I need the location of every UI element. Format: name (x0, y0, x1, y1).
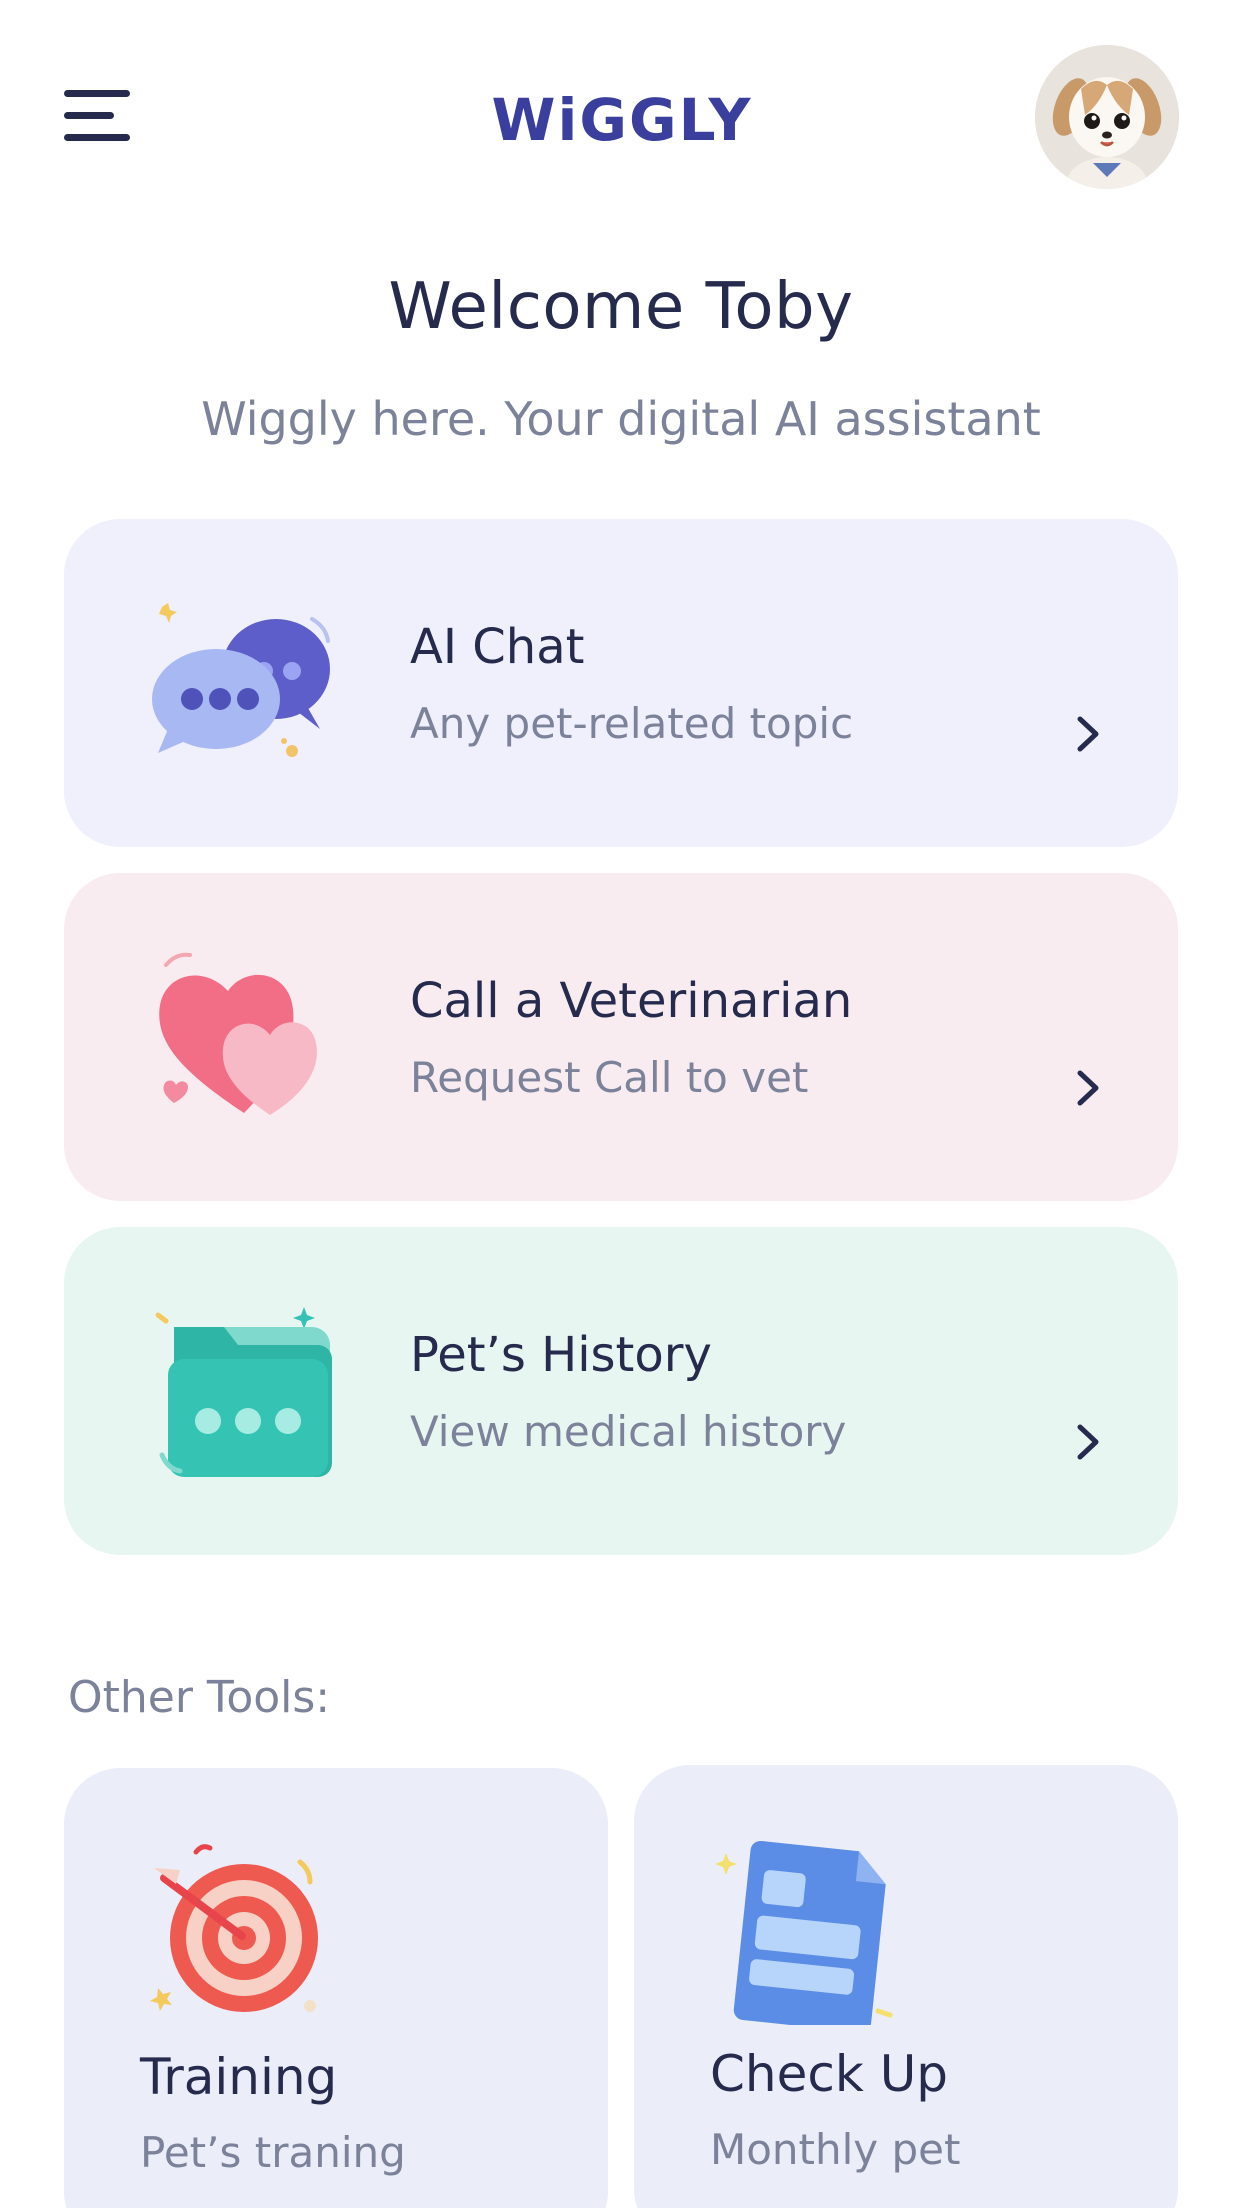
document-icon (715, 1840, 893, 2025)
call-vet-card[interactable]: Call a Veterinarian Request Call to vet (64, 873, 1178, 1201)
pet-history-card[interactable]: Pet’s History View medical history (64, 1227, 1178, 1555)
training-tool-card[interactable]: Training Pet’s traning (64, 1768, 608, 2208)
card-title: AI Chat (410, 619, 585, 675)
card-subtitle: Request Call to vet (410, 1053, 809, 1102)
tool-subtitle: Pet’s traning (140, 2128, 406, 2177)
hearts-icon (159, 952, 317, 1115)
tool-title: Check Up (710, 2045, 949, 2103)
tool-subtitle: Monthly pet (710, 2125, 961, 2174)
chevron-right-icon (1077, 1424, 1099, 1460)
target-icon (150, 1844, 318, 2012)
other-tools-label: Other Tools: (68, 1672, 331, 1723)
welcome-subtitle: Wiggly here. Your digital AI assistant (201, 392, 1041, 446)
card-subtitle: View medical history (410, 1407, 847, 1456)
card-subtitle: Any pet-related topic (410, 699, 854, 748)
card-title: Pet’s History (410, 1327, 712, 1383)
puppy-avatar[interactable] (1035, 45, 1179, 189)
folder-icon (155, 1307, 332, 1477)
ai-chat-card[interactable]: AI Chat Any pet-related topic (64, 519, 1178, 847)
chat-bubbles-icon (152, 603, 330, 757)
welcome-title: Welcome Toby (388, 270, 854, 344)
hamburger-menu-icon[interactable] (60, 84, 132, 148)
chevron-right-icon (1077, 716, 1099, 752)
card-title: Call a Veterinarian (410, 973, 853, 1029)
tool-title: Training (140, 2048, 338, 2106)
checkup-tool-card[interactable]: Check Up Monthly pet (634, 1765, 1178, 2208)
wiggly-logo: WiGGLY (492, 86, 753, 150)
chevron-right-icon (1077, 1070, 1099, 1106)
svg-text:WiGGLY: WiGGLY (492, 86, 753, 150)
app-header: WiGGLY (0, 0, 1242, 240)
